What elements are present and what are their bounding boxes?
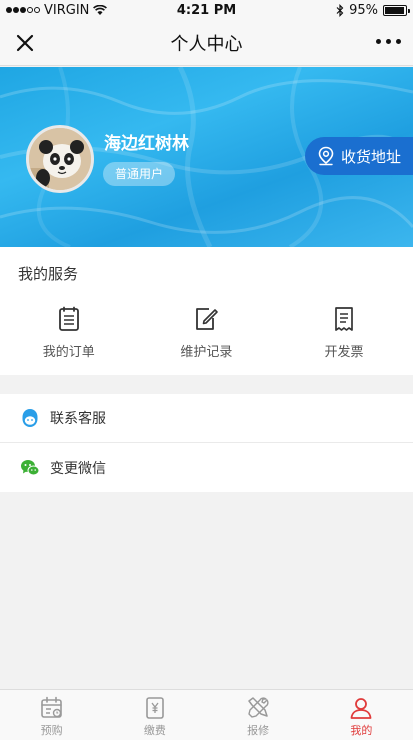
user-level-badge: 普通用户: [103, 162, 176, 186]
bluetooth-icon: [336, 3, 344, 17]
services-title: 我的服务: [18, 265, 79, 283]
tab-mine[interactable]: 我的: [310, 690, 413, 740]
nav-bar: 个人中心: [0, 20, 413, 66]
signal-icon: [6, 7, 40, 13]
menu-list: 联系客服 变更微信: [0, 394, 413, 492]
contact-customer-service[interactable]: 联系客服: [0, 394, 413, 443]
tab-label: 我的: [350, 724, 373, 737]
order-list-icon: [58, 306, 79, 331]
services-section: 我的服务 我的订单 维护记录 开发票: [0, 247, 413, 375]
service-my-orders[interactable]: 我的订单: [0, 305, 138, 360]
tab-repair[interactable]: 报修: [207, 690, 310, 740]
service-label: 开发票: [324, 345, 364, 360]
panda-avatar-icon: [29, 128, 91, 190]
shipping-address-button[interactable]: 收货地址: [305, 137, 413, 175]
service-maintenance-records[interactable]: 维护记录: [138, 305, 276, 360]
carrier-signal: VIRGIN: [6, 2, 108, 18]
battery-icon: [383, 4, 410, 16]
close-icon[interactable]: [14, 32, 36, 54]
carrier-name: VIRGIN: [44, 2, 90, 18]
tab-label: 报修: [247, 724, 270, 737]
payment-icon: [146, 697, 164, 719]
profile-banner: 海边红树林 普通用户 收货地址: [0, 67, 413, 247]
tab-label: 预购: [40, 724, 63, 737]
battery-percent: 95%: [349, 2, 378, 18]
invoice-icon: [335, 307, 353, 331]
more-dots-icon[interactable]: [376, 39, 401, 44]
bottom-tab-bar: 预购 缴费 报修 我的: [0, 689, 413, 740]
edit-record-icon: [196, 308, 219, 330]
customer-service-icon: [22, 409, 38, 427]
location-pin-icon: [318, 146, 334, 166]
tab-payment[interactable]: 缴费: [103, 690, 206, 740]
page-title: 个人中心: [170, 33, 243, 55]
menu-item-label: 变更微信: [50, 460, 106, 477]
service-invoice[interactable]: 开发票: [275, 305, 413, 360]
tab-pre-order[interactable]: 预购: [0, 690, 103, 740]
menu-item-label: 联系客服: [50, 411, 106, 427]
wechat-icon: [21, 459, 40, 475]
user-icon: [350, 698, 372, 719]
avatar[interactable]: [26, 125, 94, 193]
wifi-icon: [93, 4, 108, 15]
shipping-address-label: 收货地址: [341, 147, 402, 166]
calendar-icon: [40, 696, 62, 718]
change-wechat[interactable]: 变更微信: [0, 443, 413, 492]
service-label: 我的订单: [42, 345, 95, 360]
service-label: 维护记录: [180, 345, 233, 360]
status-bar: VIRGIN 4:21 PM 95%: [0, 0, 413, 20]
user-name: 海边红树林: [104, 134, 189, 154]
tab-label: 缴费: [143, 724, 166, 737]
repair-tools-icon: [248, 697, 269, 718]
